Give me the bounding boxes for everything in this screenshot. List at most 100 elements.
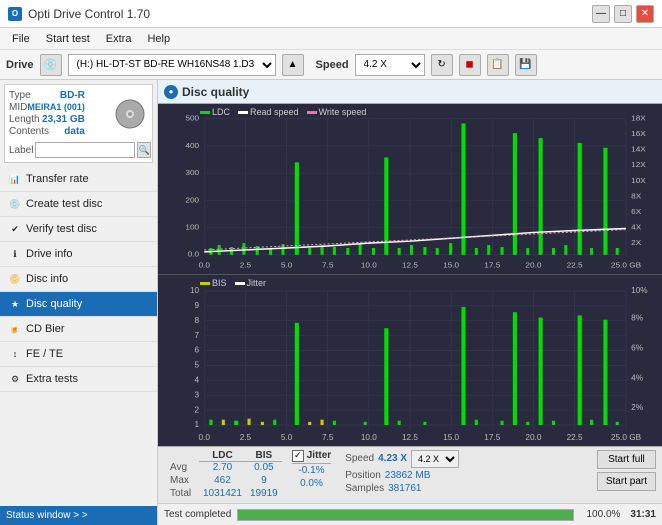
- svg-text:5.0: 5.0: [281, 432, 293, 442]
- progress-status: Test completed: [164, 509, 231, 520]
- drive-select[interactable]: (H:) HL-DT-ST BD-RE WH16NS48 1.D3: [68, 54, 276, 76]
- svg-text:12.5: 12.5: [402, 261, 419, 270]
- sidebar-item-disc-quality[interactable]: ★ Disc quality: [0, 292, 157, 317]
- sidebar: Type BD-R MID MEIRA1 (001) Length 23,31 …: [0, 80, 158, 525]
- progress-bar-outer: [237, 509, 574, 521]
- svg-text:25.0 GB: 25.0 GB: [611, 432, 642, 442]
- svg-text:25.0 GB: 25.0 GB: [611, 261, 641, 270]
- sidebar-item-cd-bier[interactable]: 🍺 CD Bier: [0, 317, 157, 342]
- maximize-button[interactable]: □: [614, 5, 632, 23]
- svg-text:20.0: 20.0: [525, 261, 542, 270]
- chart1-section: LDC Read speed Write speed: [158, 104, 662, 274]
- legend-ldc-label: LDC: [212, 107, 230, 117]
- contents-val: data: [64, 126, 85, 137]
- svg-text:18X: 18X: [631, 114, 646, 123]
- menu-file[interactable]: File: [4, 31, 38, 47]
- status-window-button[interactable]: Status window > >: [0, 506, 157, 525]
- start-part-button[interactable]: Start part: [597, 472, 656, 491]
- svg-text:2: 2: [195, 404, 200, 414]
- svg-text:10: 10: [190, 285, 199, 295]
- sidebar-item-extra-tests[interactable]: ⚙ Extra tests: [0, 367, 157, 392]
- legend-jitter: Jitter: [235, 278, 267, 288]
- legend-jitter-label: Jitter: [247, 278, 267, 288]
- sidebar-item-disc-info[interactable]: 📀 Disc info: [0, 267, 157, 292]
- col-header-bis: BIS: [246, 450, 282, 462]
- menu-extra[interactable]: Extra: [98, 31, 140, 47]
- svg-text:100: 100: [185, 223, 199, 232]
- svg-text:200: 200: [185, 195, 199, 204]
- avg-label: Avg: [164, 461, 199, 474]
- type-key: Type: [9, 90, 31, 101]
- svg-text:400: 400: [185, 141, 199, 150]
- menu-bar: File Start test Extra Help: [0, 28, 662, 50]
- samples-key: Samples: [345, 483, 384, 494]
- svg-text:22.5: 22.5: [567, 432, 583, 442]
- label-input[interactable]: [35, 142, 135, 158]
- legend-read-speed-label: Read speed: [250, 107, 299, 117]
- avg-bis: 0.05: [246, 461, 282, 474]
- max-ldc: 462: [199, 474, 246, 487]
- contents-key: Contents: [9, 126, 49, 137]
- svg-text:8%: 8%: [631, 313, 643, 323]
- legend-read-speed: Read speed: [238, 107, 299, 117]
- svg-text:500: 500: [185, 114, 199, 123]
- action-buttons: Start full Start part: [597, 450, 656, 491]
- avg-jitter: -0.1%: [292, 464, 331, 477]
- drive-info-icon: ℹ: [8, 247, 22, 261]
- svg-text:17.5: 17.5: [484, 261, 501, 270]
- type-val: BD-R: [60, 90, 85, 101]
- sidebar-item-fe-te[interactable]: ↕ FE / TE: [0, 342, 157, 367]
- svg-text:8: 8: [195, 315, 200, 325]
- legend-bis: BIS: [200, 278, 227, 288]
- menu-help[interactable]: Help: [139, 31, 178, 47]
- jitter-label: Jitter: [307, 450, 331, 461]
- progress-percent: 100.0%: [580, 509, 620, 520]
- mid-key: MID: [9, 102, 27, 113]
- speed-select[interactable]: 4.2 X: [355, 54, 425, 76]
- svg-text:9: 9: [195, 300, 200, 310]
- menu-start-test[interactable]: Start test: [38, 31, 98, 47]
- svg-text:2X: 2X: [631, 238, 642, 247]
- sidebar-item-create-test-disc[interactable]: 💿 Create test disc: [0, 192, 157, 217]
- svg-text:4X: 4X: [631, 223, 642, 232]
- jitter-checkbox[interactable]: ✓: [292, 450, 304, 462]
- transfer-rate-icon: 📊: [8, 172, 22, 186]
- sidebar-item-drive-info[interactable]: ℹ Drive info: [0, 242, 157, 267]
- start-full-button[interactable]: Start full: [597, 450, 656, 469]
- disc-panel-header: Type BD-R MID MEIRA1 (001) Length 23,31 …: [9, 89, 148, 138]
- jitter-header: ✓ Jitter: [292, 450, 331, 464]
- svg-text:1: 1: [195, 419, 200, 429]
- position-row: Position 23862 MB: [345, 470, 459, 481]
- svg-text:2.5: 2.5: [240, 432, 252, 442]
- speed-dropdown[interactable]: 4.2 X: [411, 450, 459, 468]
- svg-text:5: 5: [195, 360, 200, 370]
- close-button[interactable]: ✕: [636, 5, 654, 23]
- progress-section: Test completed 100.0% 31:31: [158, 503, 662, 525]
- verify-test-disc-icon: ✔: [8, 222, 22, 236]
- app-icon: O: [8, 7, 22, 21]
- svg-text:22.5: 22.5: [567, 261, 584, 270]
- title-bar: O Opti Drive Control 1.70 — □ ✕: [0, 0, 662, 28]
- title-bar-left: O Opti Drive Control 1.70: [8, 7, 150, 21]
- minimize-button[interactable]: —: [592, 5, 610, 23]
- svg-text:10.0: 10.0: [361, 261, 378, 270]
- extra-tests-icon: ⚙: [8, 372, 22, 386]
- sidebar-item-verify-test-disc[interactable]: ✔ Verify test disc: [0, 217, 157, 242]
- samples-val: 381761: [388, 483, 421, 494]
- svg-text:16X: 16X: [631, 129, 646, 138]
- refresh-button[interactable]: ↻: [431, 54, 453, 76]
- svg-text:8X: 8X: [631, 192, 642, 201]
- max-jitter: 0.0%: [292, 477, 331, 490]
- eject-button[interactable]: ▲: [282, 54, 304, 76]
- erase-button[interactable]: ◼: [459, 54, 481, 76]
- svg-text:0.0: 0.0: [199, 432, 211, 442]
- copy-button[interactable]: 📋: [487, 54, 509, 76]
- label-btn[interactable]: 🔍: [137, 142, 150, 158]
- speed-val: 4.23 X: [378, 453, 407, 464]
- speed-row: Speed 4.23 X 4.2 X: [345, 450, 459, 468]
- save-button[interactable]: 💾: [515, 54, 537, 76]
- sidebar-item-transfer-rate[interactable]: 📊 Transfer rate: [0, 167, 157, 192]
- total-ldc: 1031421: [199, 487, 246, 500]
- create-test-disc-icon: 💿: [8, 197, 22, 211]
- svg-text:17.5: 17.5: [484, 432, 500, 442]
